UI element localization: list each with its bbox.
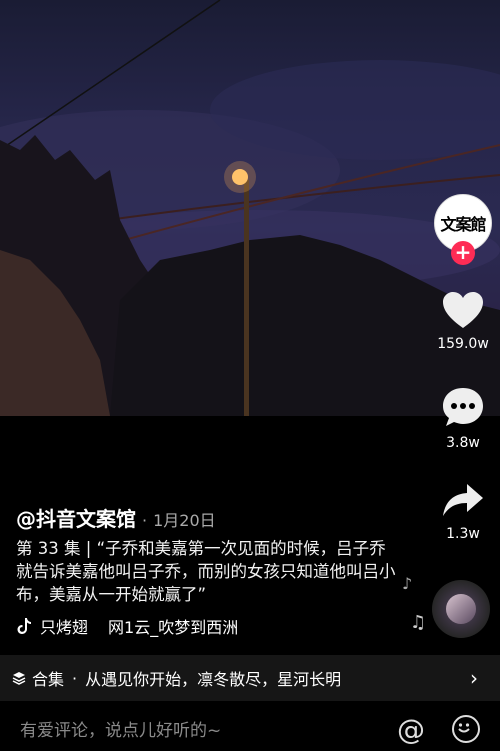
emoji-icon[interactable] xyxy=(452,715,480,743)
music-track-2: 网1云_吹梦到西洲 xyxy=(108,618,239,637)
comment-placeholder: 有爱评论，说点儿好听的~ xyxy=(20,720,222,741)
collection-label: 合集 xyxy=(32,670,65,689)
mention-icon[interactable]: @ xyxy=(397,713,425,746)
tiktok-note-icon xyxy=(17,618,31,634)
avatar-text: 文案館 xyxy=(440,215,486,234)
music-info[interactable]: 只烤翅 网1云_吹梦到西洲 xyxy=(16,614,238,638)
comment-icon xyxy=(443,388,483,426)
like-button[interactable]: 159.0w xyxy=(428,290,498,352)
episode-label: 第 33 集 xyxy=(16,539,81,558)
layers-icon xyxy=(12,672,26,685)
music-note-icon: ♪ xyxy=(402,574,413,593)
chevron-right-icon: › xyxy=(470,666,478,690)
video-scene xyxy=(0,0,500,416)
follow-button[interactable]: + xyxy=(451,241,475,265)
disc-cover-image xyxy=(446,594,476,624)
music-track-1: 只烤翅 xyxy=(40,618,89,637)
collection-title: 从遇见你开始，凛冬散尽，星河长明 xyxy=(85,670,342,689)
music-note-icon: ♫ xyxy=(410,612,427,633)
comment-input-bar[interactable]: 有爱评论，说点儿好听的~ @ xyxy=(0,705,500,751)
comment-button[interactable]: 3.8w xyxy=(428,385,498,451)
author-handle[interactable]: @抖音文案馆 xyxy=(16,507,136,531)
share-arrow-icon xyxy=(443,484,483,516)
author-line: @抖音文案馆 · 1月20日 xyxy=(16,507,216,531)
heart-icon xyxy=(443,292,483,328)
share-button[interactable]: 1.3w xyxy=(428,480,498,542)
video-player[interactable] xyxy=(0,0,500,416)
post-date: 1月20日 xyxy=(153,511,216,530)
share-count: 1.3w xyxy=(446,526,480,542)
like-count: 159.0w xyxy=(437,336,489,352)
video-description[interactable]: 第 33 集 | “子乔和美嘉第一次见面的时候，吕子乔就告诉美嘉他叫吕子乔，而别… xyxy=(16,537,396,606)
collection-bar[interactable]: 合集 · 从遇见你开始，凛冬散尽，星河长明 › xyxy=(0,655,500,701)
music-disc[interactable] xyxy=(432,580,490,638)
comment-count: 3.8w xyxy=(446,435,480,451)
